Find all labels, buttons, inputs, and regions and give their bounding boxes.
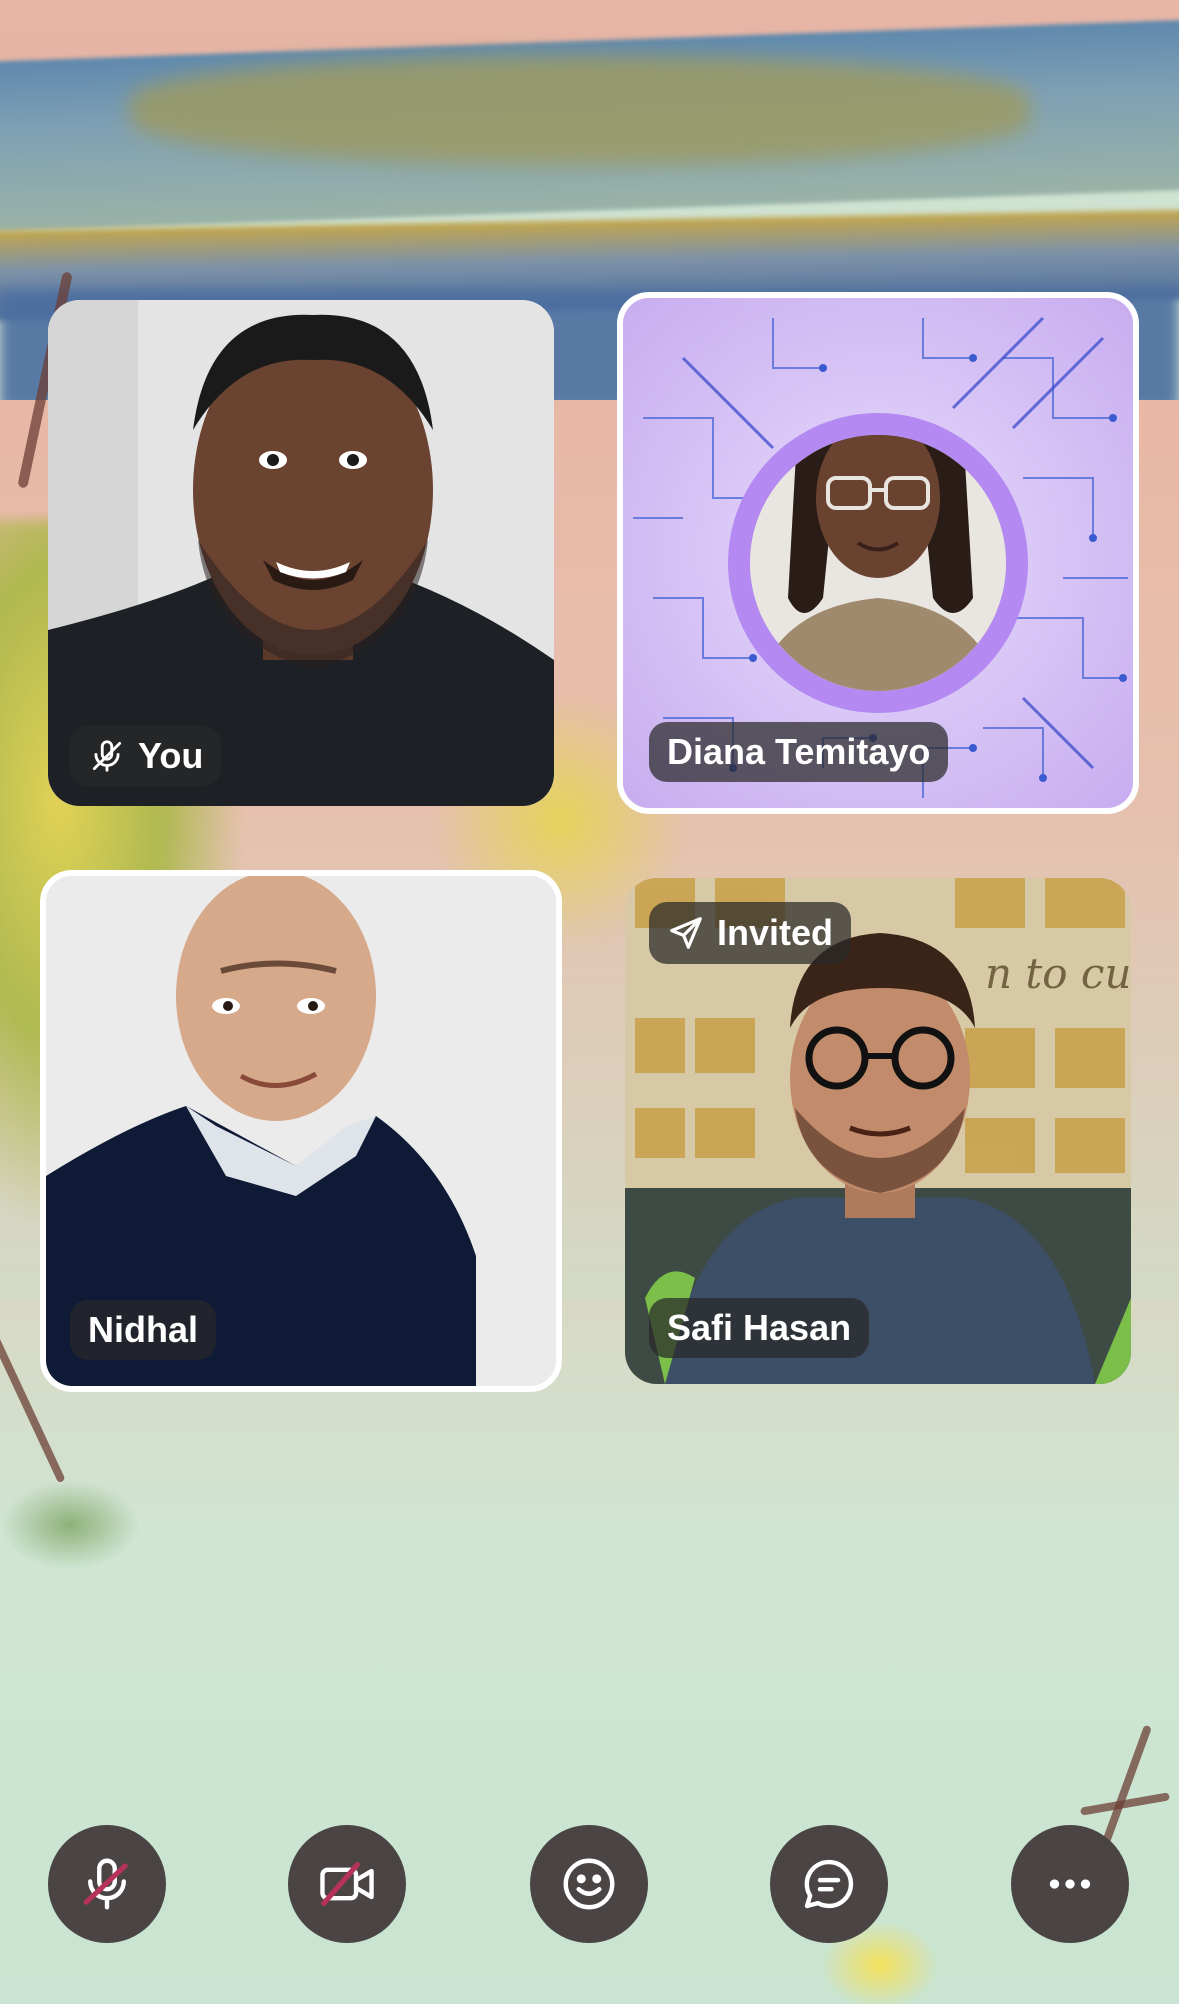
microphone-muted-icon bbox=[92, 740, 122, 772]
participant-name: Nidhal bbox=[88, 1309, 199, 1350]
reactions-button[interactable] bbox=[530, 1825, 648, 1943]
microphone-muted-icon bbox=[83, 1858, 128, 1910]
participant-name: Safi Hasan bbox=[667, 1307, 852, 1348]
emoji-icon bbox=[563, 1858, 615, 1910]
participant-name-pill: Diana Temitayo bbox=[649, 722, 949, 782]
invited-status-label: Invited bbox=[717, 912, 834, 953]
chat-icon bbox=[804, 1859, 854, 1909]
paper-plane-icon bbox=[670, 917, 702, 949]
participant-tile-safi-hasan[interactable]: n to cup Invited Safi Hasan bbox=[625, 878, 1131, 1384]
more-options-button[interactable] bbox=[1011, 1825, 1129, 1943]
participant-name-pill: Nidhal bbox=[70, 1300, 217, 1360]
chat-button[interactable] bbox=[770, 1825, 888, 1943]
participant-tile-you[interactable]: You bbox=[48, 300, 554, 806]
participant-name: Diana Temitayo bbox=[667, 731, 931, 772]
invited-status-pill: Invited bbox=[649, 902, 852, 964]
participant-tile-diana-temitayo[interactable]: Diana Temitayo bbox=[617, 292, 1139, 814]
video-off-icon bbox=[320, 1862, 374, 1906]
participant-name-pill: You bbox=[70, 726, 222, 786]
participant-tile-nidhal[interactable]: Nidhal bbox=[40, 870, 562, 1392]
more-icon bbox=[1049, 1879, 1091, 1889]
svg-text:n to cup: n to cup bbox=[985, 949, 1131, 998]
participant-name-pill: Safi Hasan bbox=[649, 1298, 870, 1358]
participant-name: You bbox=[138, 735, 204, 776]
microphone-toggle-button[interactable] bbox=[48, 1825, 166, 1943]
video-toggle-button[interactable] bbox=[288, 1825, 406, 1943]
